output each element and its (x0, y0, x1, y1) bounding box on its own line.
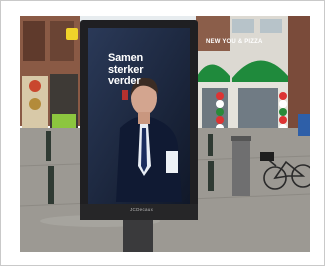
trash-bin (232, 138, 250, 196)
yellow-sign (66, 28, 78, 40)
screen-text-line: Samen (108, 52, 144, 64)
blue-bin (298, 114, 310, 136)
street-scene (20, 16, 310, 252)
kiosk-screen-text: Samen sterker verder (108, 52, 168, 88)
photo-frame: NEW YOU & PIZZA Samen sterker verder JCD… (0, 0, 325, 266)
screen-text-line: verder (108, 75, 141, 87)
bollard (46, 131, 51, 161)
kiosk-brand-label: JCDecaux (130, 207, 154, 212)
kiosk-post (123, 219, 153, 252)
bollard (48, 166, 54, 204)
bollard (208, 161, 214, 191)
street-photo (20, 16, 310, 252)
shop-sign: NEW YOU & PIZZA (206, 39, 263, 45)
bollard (208, 134, 213, 156)
